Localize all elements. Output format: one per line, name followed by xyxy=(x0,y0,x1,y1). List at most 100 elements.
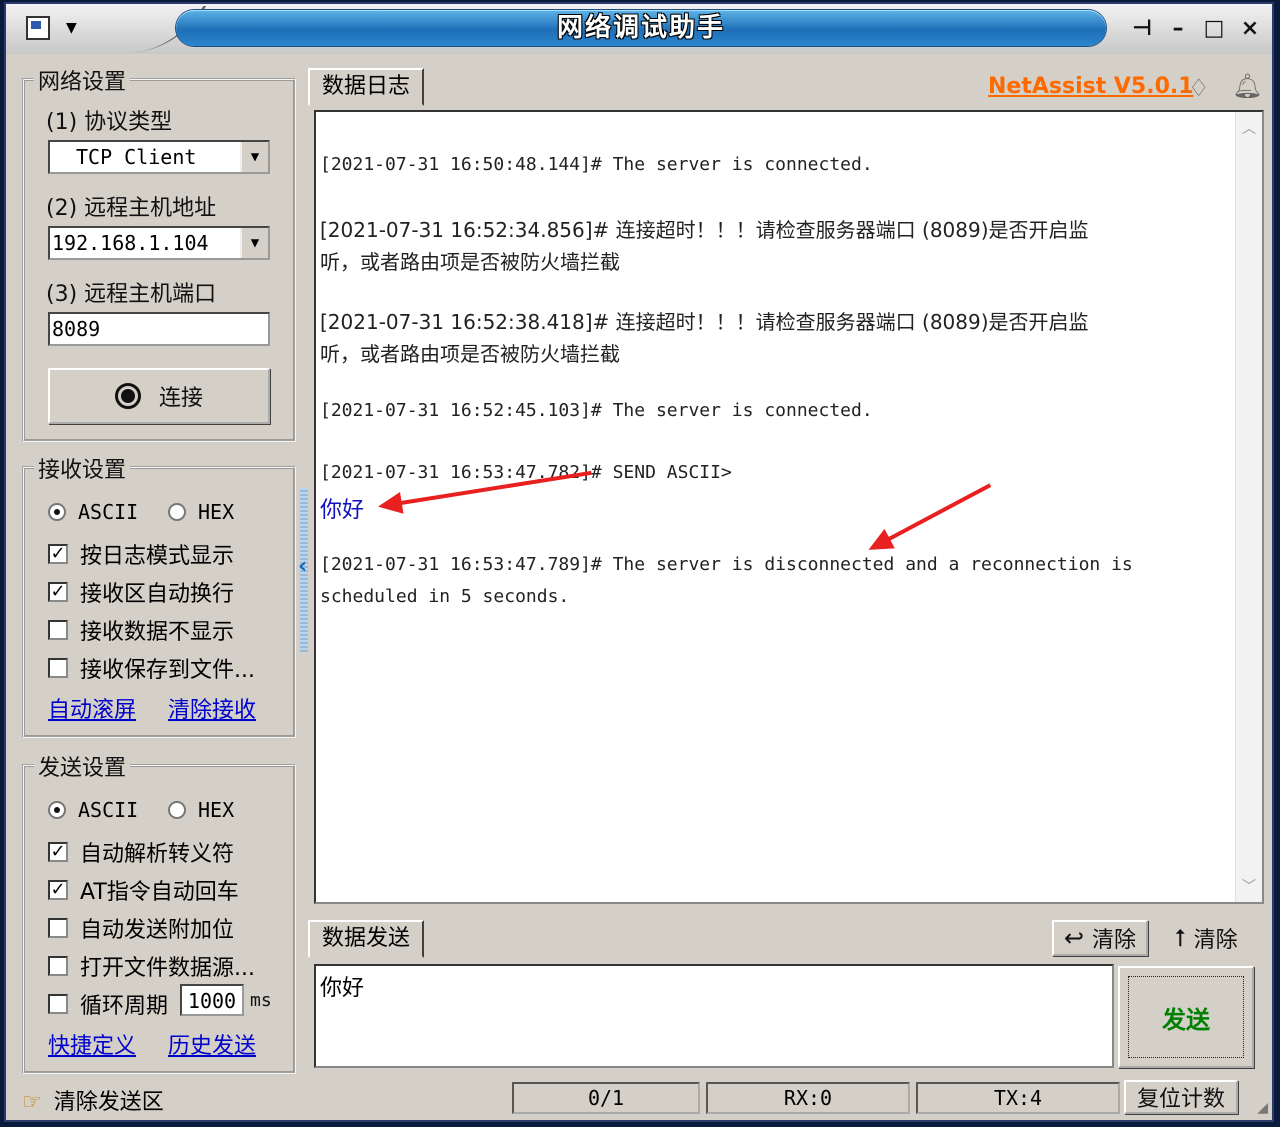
receive-option-save-file[interactable]: 接收保存到文件... xyxy=(48,652,255,684)
network-settings-title: 网络设置 xyxy=(34,64,131,96)
log-line: 听，或者路由项是否被防火墙拦截 xyxy=(320,250,620,274)
send-hex-label: HEX xyxy=(198,798,235,822)
send-ascii-radio[interactable]: ASCII xyxy=(48,798,138,822)
connect-button[interactable]: 连接 xyxy=(48,368,270,424)
diamond-icon[interactable]: ♢ xyxy=(1188,74,1210,102)
autoscroll-link[interactable]: 自动滚屏 xyxy=(48,692,136,724)
undo-icon: ↩ xyxy=(1063,924,1085,952)
clear-receive-link[interactable]: 清除接收 xyxy=(168,692,256,724)
pin-icon[interactable]: ⊣ xyxy=(1130,16,1154,41)
receive-option-hide[interactable]: 接收数据不显示 xyxy=(48,614,234,646)
send-option-file-source[interactable]: 打开文件数据源... xyxy=(48,950,255,982)
chevron-left-icon[interactable]: ‹ xyxy=(298,554,307,579)
protocol-select[interactable]: TCP Client ▼ xyxy=(48,140,270,174)
log-line: [2021-07-31 16:52:38.418]# 连接超时！！！请检查服务器… xyxy=(320,310,1089,334)
reset-count-button[interactable]: 复位计数 xyxy=(1124,1080,1238,1114)
host-select[interactable]: 192.168.1.104 ▼ xyxy=(48,226,270,260)
send-hex-radio[interactable]: HEX xyxy=(168,798,234,822)
clear-send-button[interactable]: ⭡ 清除 xyxy=(1158,920,1254,956)
log-line: [2021-07-31 16:53:47.782]# SEND ASCII> xyxy=(320,462,732,483)
tab-data-log[interactable]: 数据日志 xyxy=(308,68,425,106)
port-input[interactable]: 8089 xyxy=(48,312,270,346)
log-line: [2021-07-31 16:52:45.103]# The server is… xyxy=(320,400,873,421)
maximize-button[interactable]: □ xyxy=(1202,16,1226,41)
receive-ascii-label: ASCII xyxy=(78,500,139,524)
cycle-period-input[interactable]: 1000 xyxy=(180,984,244,1016)
chevron-down-icon[interactable]: ﹀ xyxy=(1242,876,1256,896)
tab-data-send[interactable]: 数据发送 xyxy=(308,920,425,958)
send-option-append[interactable]: 自动发送附加位 xyxy=(48,912,234,944)
window-title: 网络调试助手 xyxy=(556,13,725,43)
send-text: 你好 xyxy=(320,976,365,1001)
send-option-at-enter[interactable]: ✓ AT指令自动回车 xyxy=(48,874,239,906)
receive-option-wrap[interactable]: ✓ 接收区自动换行 xyxy=(48,576,234,608)
option-label: 自动发送附加位 xyxy=(80,918,235,943)
record-icon xyxy=(114,383,141,409)
radio-icon xyxy=(48,801,66,819)
clear-send-area-button[interactable]: ☞ 清除发送区 xyxy=(22,1084,164,1116)
port-label: (3) 远程主机端口 xyxy=(46,282,217,307)
send-option-escape[interactable]: ✓ 自动解析转义符 xyxy=(48,836,234,868)
status-tx: TX:4 xyxy=(916,1082,1120,1114)
radio-icon xyxy=(168,503,186,521)
app-window: ▼ 网络调试助手 ⊣ – □ × 网络设置 (1) 协议类型 TCP Clien… xyxy=(4,2,1274,1122)
option-label: 接收保存到文件... xyxy=(80,658,255,683)
title-bar: ▼ 网络调试助手 ⊣ – □ × xyxy=(6,4,1272,54)
checkbox-icon: ✓ xyxy=(48,544,68,564)
send-settings-group: 发送设置 ASCII HEX ✓ 自动解析转义符 ✓ AT指令自动回车 自动发送… xyxy=(22,750,296,1074)
send-button[interactable]: 发送 xyxy=(1118,966,1254,1068)
minimize-button[interactable]: – xyxy=(1166,16,1190,41)
chevron-down-icon[interactable]: ▼ xyxy=(240,142,268,172)
clear-send-history-button[interactable]: ↩ 清除 xyxy=(1052,920,1148,956)
option-label: 接收数据不显示 xyxy=(80,620,235,645)
send-input[interactable]: 你好 xyxy=(314,964,1114,1068)
log-scrollbar[interactable]: ︿ ﹀ xyxy=(1235,112,1262,902)
checkbox-icon: ✓ xyxy=(48,842,68,862)
protocol-label: (1) 协议类型 xyxy=(46,110,173,135)
clear-label: 清除 xyxy=(1092,928,1137,953)
receive-hex-radio[interactable]: HEX xyxy=(168,500,234,524)
checkbox-icon xyxy=(48,918,68,938)
system-menu[interactable]: ▼ xyxy=(22,14,84,44)
option-label: 打开文件数据源... xyxy=(80,956,255,981)
annotation-arrow xyxy=(871,483,992,550)
send-settings-title: 发送设置 xyxy=(34,750,131,782)
log-line-sent: 你好 xyxy=(320,498,365,523)
close-button[interactable]: × xyxy=(1238,16,1262,41)
option-label: 自动解析转义符 xyxy=(80,842,235,867)
option-label: 按日志模式显示 xyxy=(80,544,235,569)
receive-settings-group: 接收设置 ASCII HEX ✓ 按日志模式显示 ✓ 接收区自动换行 接收数据不… xyxy=(22,452,296,738)
title-pill: 网络调试助手 xyxy=(176,10,1106,46)
log-line: [2021-07-31 16:52:34.856]# 连接超时！！！请检查服务器… xyxy=(320,218,1089,242)
radio-icon xyxy=(168,801,186,819)
resize-grip-icon[interactable]: ◢ xyxy=(1257,1100,1268,1116)
app-icon xyxy=(26,16,50,40)
receive-option-log-mode[interactable]: ✓ 按日志模式显示 xyxy=(48,538,234,570)
option-label: AT指令自动回车 xyxy=(80,880,239,905)
send-option-cycle[interactable]: 循环周期 xyxy=(48,988,168,1020)
shortcut-link[interactable]: 快捷定义 xyxy=(48,1028,136,1060)
up-arrow-icon: ⭡ xyxy=(1174,924,1186,952)
history-send-link[interactable]: 历史发送 xyxy=(168,1028,256,1060)
bell-icon[interactable]: 🔔︎ xyxy=(1232,72,1262,100)
chevron-up-icon[interactable]: ︿ xyxy=(1242,118,1256,138)
option-label: 接收区自动换行 xyxy=(80,582,235,607)
log-line: [2021-07-31 16:53:47.789]# The server is… xyxy=(320,554,1133,575)
chevron-down-icon[interactable]: ▼ xyxy=(240,228,268,258)
log-line: scheduled in 5 seconds. xyxy=(320,586,570,607)
brand-link[interactable]: NetAssist V5.0.1 xyxy=(988,74,1194,99)
clear-send-area-label: 清除发送区 xyxy=(53,1090,164,1115)
log-line: [2021-07-31 16:50:48.144]# The server is… xyxy=(320,154,873,175)
receive-hex-label: HEX xyxy=(198,500,235,524)
checkbox-icon xyxy=(48,620,68,640)
send-ascii-label: ASCII xyxy=(78,798,139,822)
log-panel[interactable]: ︿ ﹀ [2021-07-31 16:50:48.144]# The serve… xyxy=(314,110,1264,904)
receive-ascii-radio[interactable]: ASCII xyxy=(48,500,138,524)
cycle-unit: ms xyxy=(250,990,272,1011)
option-label: 循环周期 xyxy=(80,994,169,1019)
chevron-down-icon: ▼ xyxy=(66,20,77,36)
hand-pointer-icon: ☞ xyxy=(22,1090,42,1115)
clear-label: 清除 xyxy=(1193,928,1238,953)
checkbox-icon: ✓ xyxy=(48,582,68,602)
status-rx: RX:0 xyxy=(706,1082,910,1114)
